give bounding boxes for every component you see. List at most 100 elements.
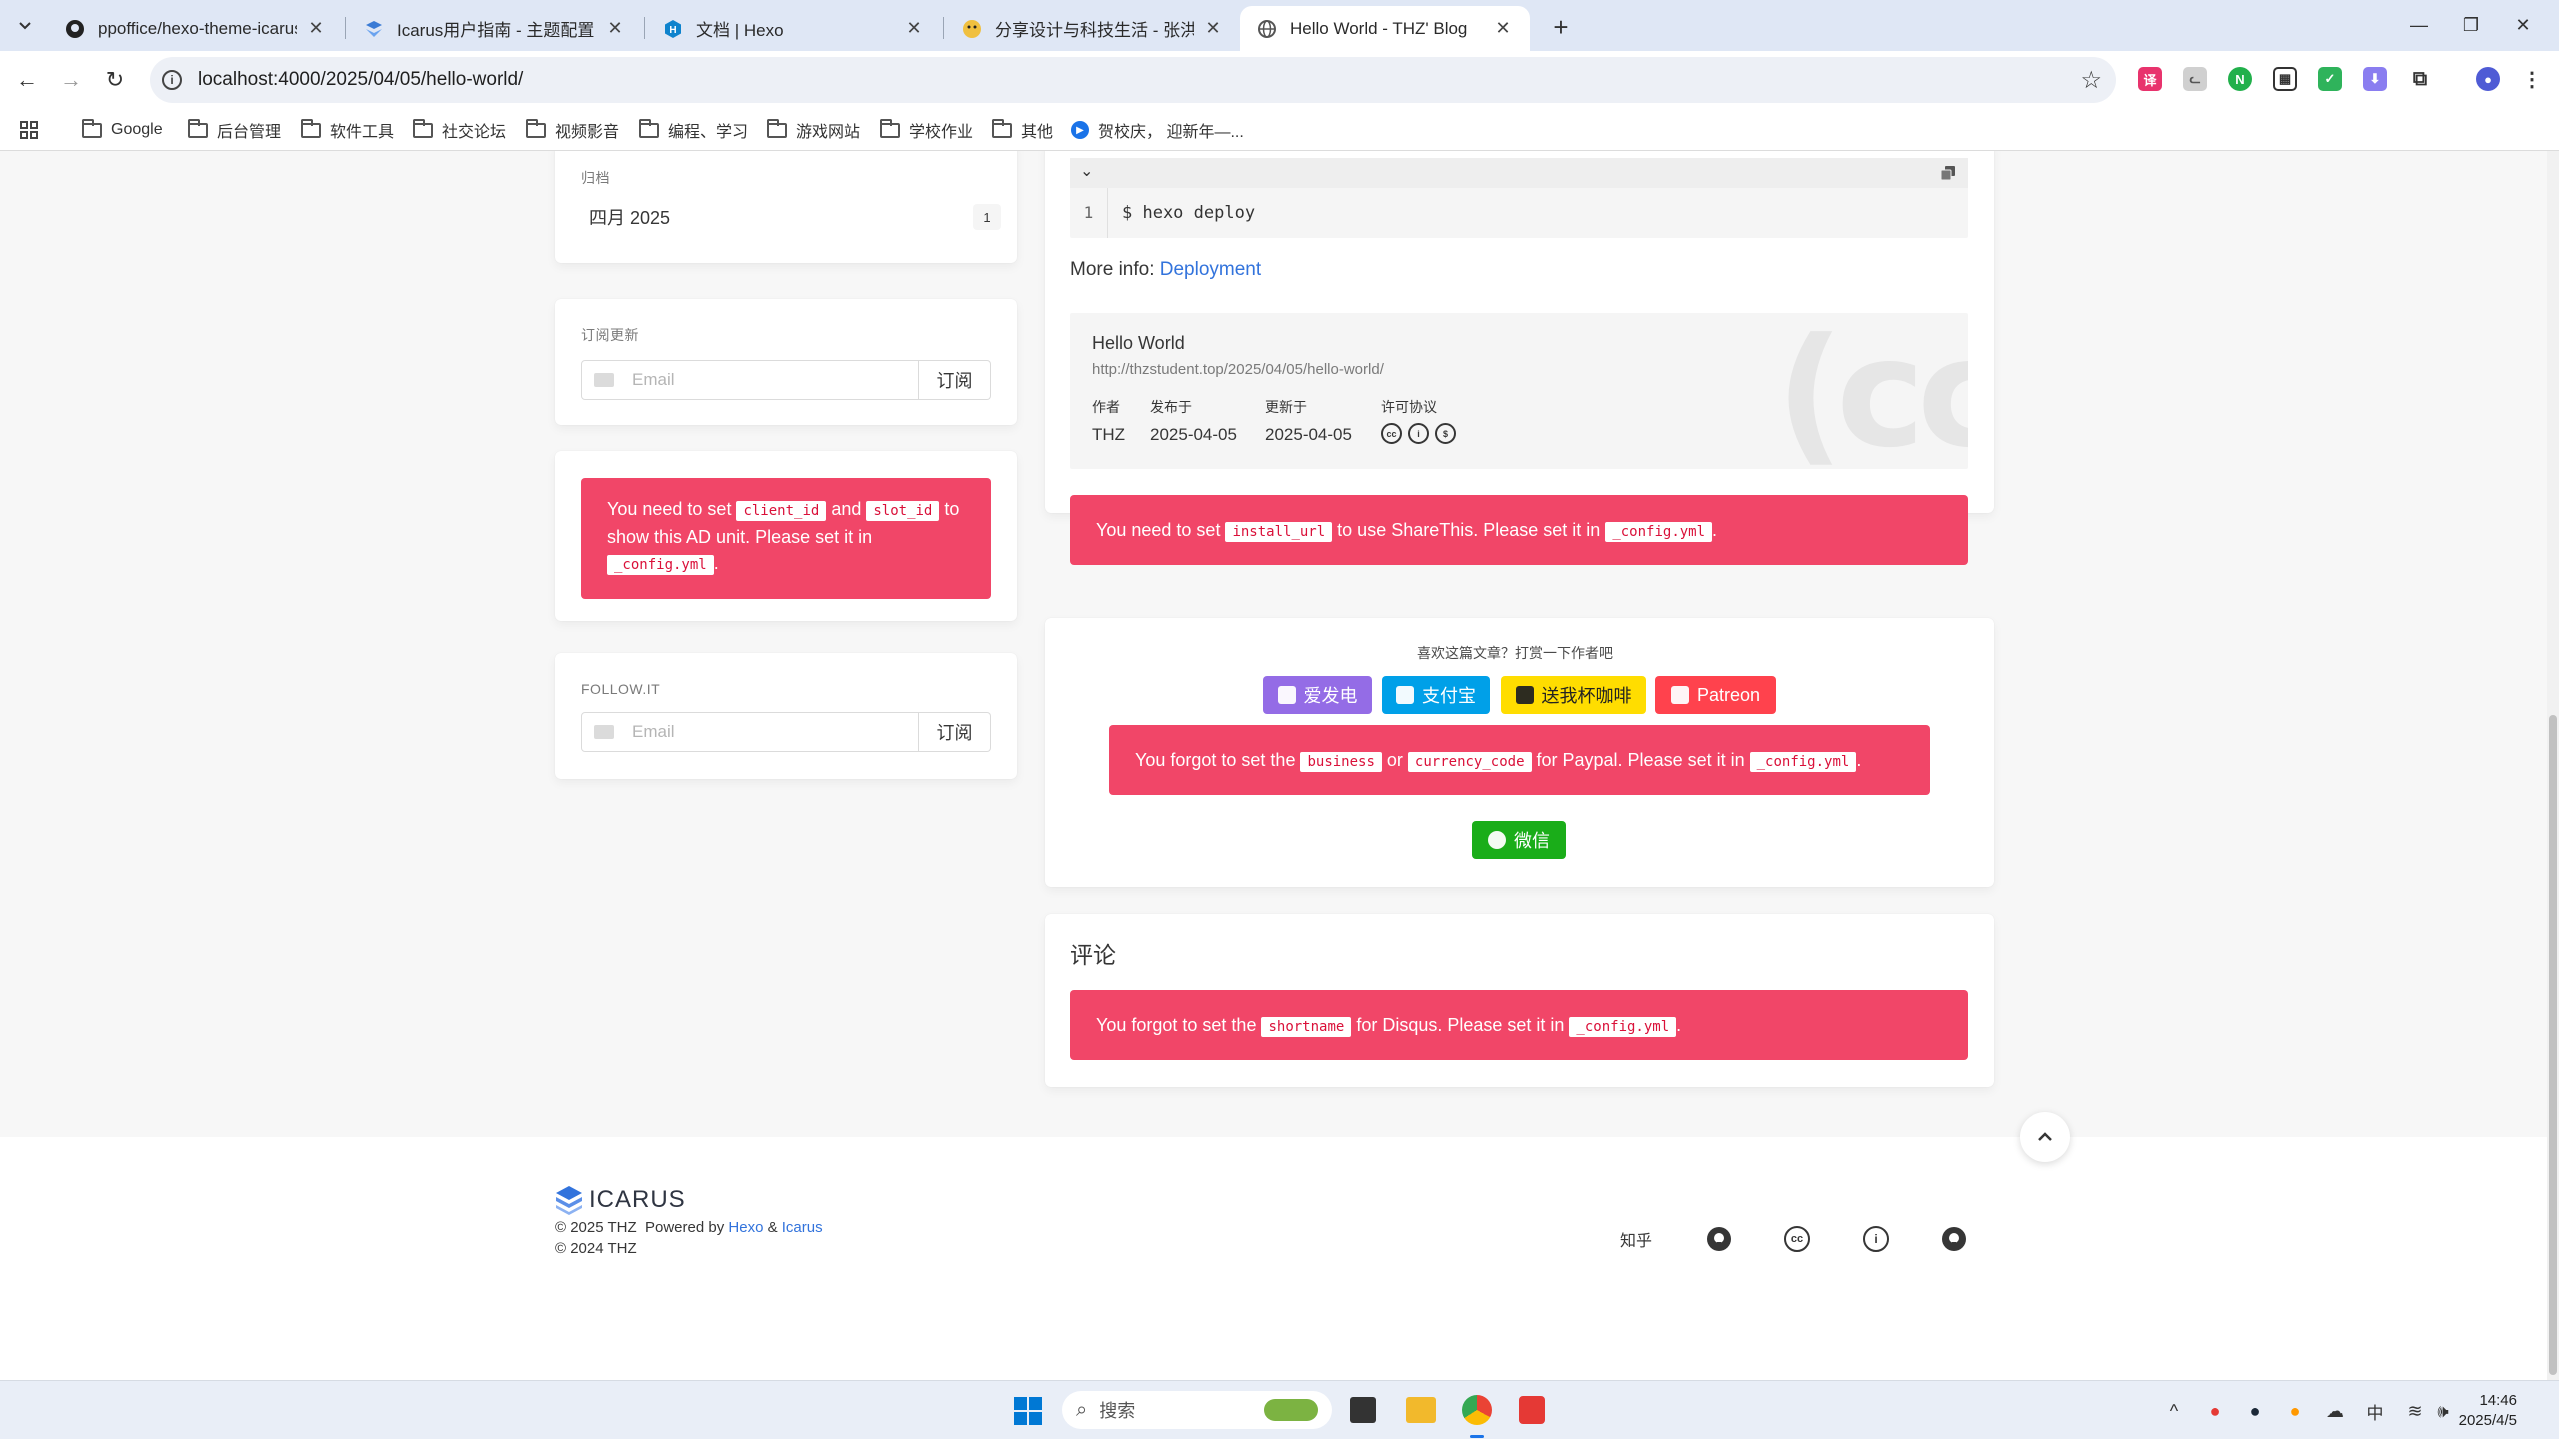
close-icon[interactable]: ✕: [604, 18, 626, 39]
app-red-icon[interactable]: [1519, 1396, 1545, 1424]
license-key: 作者: [1092, 399, 1120, 415]
menu-kebab-icon[interactable]: ⋮: [2520, 67, 2544, 91]
bookmark-folder[interactable]: Google: [82, 117, 163, 143]
chevron-down-icon[interactable]: ⌄: [1080, 161, 1093, 181]
attribution-icon[interactable]: i: [1408, 423, 1429, 445]
email-input[interactable]: Email: [581, 360, 919, 400]
taskbar-search[interactable]: ⌕ 搜索: [1062, 1391, 1332, 1429]
new-tab-button[interactable]: +: [1544, 10, 1578, 44]
purple-extension-icon[interactable]: ⬇: [2363, 67, 2387, 91]
site-info-icon[interactable]: i: [162, 70, 182, 90]
folder-icon: [413, 118, 433, 138]
tray-chevron-up-icon[interactable]: ^: [2162, 1399, 2186, 1423]
bookmark-folder[interactable]: 社交论坛: [413, 117, 506, 143]
bookmark-star-icon[interactable]: ☆: [2080, 66, 2102, 95]
donate-button-label: 支付宝: [1422, 686, 1476, 706]
back-button[interactable]: ←: [11, 64, 43, 96]
chrome-icon[interactable]: [1462, 1395, 1492, 1425]
patreon-button[interactable]: Patreon: [1655, 676, 1776, 714]
file-explorer-icon[interactable]: [1406, 1397, 1436, 1423]
license-key: 更新于: [1265, 399, 1307, 415]
scrollbar-thumb[interactable]: [2549, 715, 2557, 1375]
ime-indicator[interactable]: 中: [2363, 1399, 2387, 1423]
search-icon: ⌕: [1076, 1398, 1088, 1421]
address-url[interactable]: localhost:4000/2025/04/05/hello-world/: [198, 69, 523, 91]
onedrive-icon[interactable]: ☁: [2323, 1399, 2347, 1423]
bookmark-folder[interactable]: 软件工具: [301, 117, 394, 143]
bookmark-folder[interactable]: 视频影音: [526, 117, 619, 143]
notice-text: to use ShareThis. Please set it in: [1332, 520, 1606, 540]
green-extension-icon[interactable]: N: [2228, 67, 2252, 91]
bookmark-folder[interactable]: 学校作业: [880, 117, 973, 143]
footer-copyright: © 2025 THZ: [555, 1219, 637, 1236]
creative-commons-icon[interactable]: cc: [1781, 1223, 1813, 1255]
taskbar-clock[interactable]: 14:46 2025/4/5: [2459, 1391, 2517, 1431]
volume-icon[interactable]: 🕪: [2431, 1399, 2455, 1423]
license-url[interactable]: http://thzstudent.top/2025/04/05/hello-w…: [1092, 361, 1384, 378]
footer-logo[interactable]: ICARUS: [555, 1185, 686, 1215]
archive-item[interactable]: 四月 2025 1: [581, 201, 1001, 233]
comments-card: 评论 You forgot to set the shortname for D…: [1045, 914, 1994, 1087]
bookmarks-bar: Google 后台管理 软件工具 社交论坛 视频影音 编程、学习 游戏网站 学校…: [0, 109, 2559, 151]
shield-extension-icon[interactable]: ✓: [2318, 67, 2342, 91]
subscribe-button[interactable]: 订阅: [919, 360, 991, 400]
page-scrollbar[interactable]: [2547, 151, 2559, 1380]
browser-tab[interactable]: 分享设计与科技生活 - 张洪Hea ✕: [945, 6, 1240, 51]
tab-search-button[interactable]: [10, 11, 40, 41]
close-icon[interactable]: ✕: [305, 18, 327, 39]
folder-icon: [526, 118, 546, 138]
attribution-icon[interactable]: i: [1860, 1223, 1892, 1255]
extensions-puzzle-icon[interactable]: ⧉: [2408, 67, 2432, 91]
close-icon[interactable]: ✕: [1202, 18, 1224, 39]
back-to-top-button[interactable]: [2020, 1112, 2070, 1162]
tray-fox-icon[interactable]: ●: [2283, 1399, 2307, 1423]
bookmark-link[interactable]: ▶ 贺校庆， 迎新年—...: [1071, 117, 1244, 143]
browser-tab[interactable]: H 文档 | Hexo ✕: [646, 6, 941, 51]
subscribe-button[interactable]: 订阅: [919, 712, 991, 752]
icarus-link[interactable]: Icarus: [782, 1219, 823, 1236]
notice-text: for Paypal. Please set it in: [1531, 750, 1750, 770]
zhihu-link[interactable]: 知乎: [1620, 1223, 1652, 1255]
cat-extension-icon[interactable]: ᓚ: [2183, 67, 2207, 91]
browser-tab[interactable]: ppoffice/hexo-theme-icarus: ✕: [48, 6, 343, 51]
afdian-button[interactable]: 爱发电: [1263, 676, 1372, 714]
translate-extension-icon[interactable]: 译: [2138, 67, 2162, 91]
reload-button[interactable]: ↻: [99, 64, 131, 96]
bookmark-folder[interactable]: 后台管理: [188, 117, 281, 143]
creative-commons-icon[interactable]: cc: [1381, 423, 1402, 445]
apps-grid-icon[interactable]: [20, 117, 38, 143]
profile-avatar-icon[interactable]: ●: [2476, 67, 2500, 91]
hexo-link[interactable]: Hexo: [728, 1219, 763, 1236]
qr-extension-icon[interactable]: ▦: [2273, 67, 2297, 91]
bookmark-folder[interactable]: 编程、学习: [639, 117, 748, 143]
bookmark-folder[interactable]: 游戏网站: [767, 117, 860, 143]
close-icon[interactable]: ✕: [1492, 18, 1514, 39]
license-value: 2025-04-05: [1265, 425, 1352, 444]
noncommercial-icon[interactable]: $: [1435, 423, 1456, 445]
wechat-button[interactable]: 微信: [1472, 821, 1566, 859]
close-icon[interactable]: ✕: [903, 18, 925, 39]
bookmark-label: 视频影音: [555, 124, 620, 141]
browser-tab[interactable]: Icarus用户指南 - 主题配置 - Ic ✕: [347, 6, 642, 51]
windows-start-icon[interactable]: [1014, 1397, 1042, 1425]
github-icon[interactable]: [1938, 1223, 1970, 1255]
comments-title: 评论: [1070, 942, 1116, 968]
github-icon[interactable]: [1703, 1223, 1735, 1255]
alipay-button[interactable]: 支付宝: [1382, 676, 1490, 714]
address-bar[interactable]: i localhost:4000/2025/04/05/hello-world/…: [150, 57, 2116, 103]
bookmark-label: 学校作业: [909, 124, 974, 141]
license-title: Hello World: [1092, 333, 1185, 353]
notice-text: or: [1381, 750, 1408, 770]
task-view-icon[interactable]: [1350, 1397, 1376, 1423]
tray-app-icon[interactable]: ●: [2203, 1399, 2227, 1423]
deployment-link[interactable]: Deployment: [1160, 259, 1261, 280]
email-input[interactable]: Email: [581, 712, 919, 752]
wifi-icon[interactable]: ≋: [2403, 1399, 2427, 1423]
copy-icon[interactable]: [1940, 165, 1956, 181]
buymeacoffee-button[interactable]: 送我杯咖啡: [1501, 676, 1646, 714]
bookmark-folder[interactable]: 其他: [992, 117, 1053, 143]
browser-tab-active[interactable]: Hello World - THZ' Blog ✕: [1240, 6, 1530, 51]
steam-icon[interactable]: ●: [2243, 1399, 2267, 1423]
window-close-button[interactable]: ✕: [2487, 0, 2559, 51]
forward-button[interactable]: →: [55, 64, 87, 96]
